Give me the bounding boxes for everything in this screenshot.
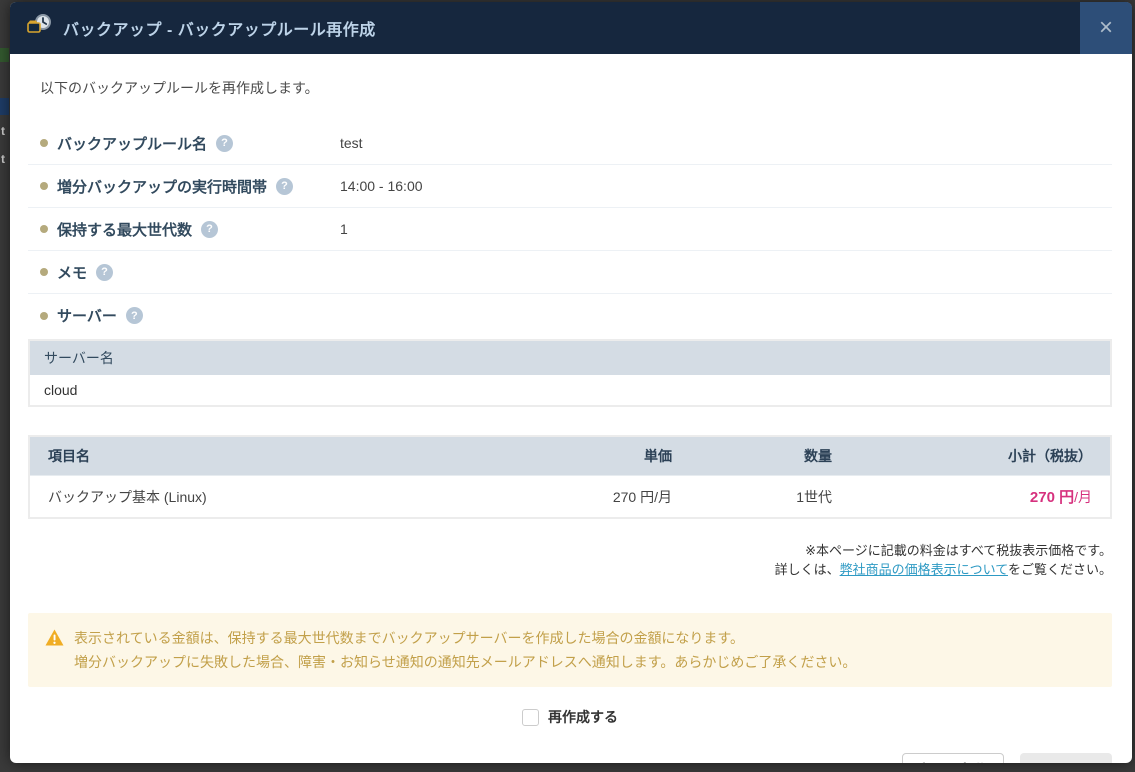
field-row-backup-window: 増分バックアップの実行時間帯 ? 14:00 - 16:00: [28, 165, 1112, 208]
subtotal-unit: /月: [1074, 489, 1092, 505]
background-page-partial-text: t: [1, 152, 5, 166]
recreate-checkbox-label[interactable]: 再作成する: [548, 707, 618, 727]
price-header-item: 項目名: [30, 437, 500, 476]
warning-icon: [45, 629, 64, 653]
field-label: 保持する最大世代数: [57, 219, 192, 240]
screen: t t バックアップ - バックアップルール再作成 × 以下のバックアップルール…: [0, 0, 1135, 772]
dialog-body: 以下のバックアップルールを再作成します。 バックアップルール名 ? test 増…: [10, 54, 1132, 763]
price-cell-quantity: 1世代: [690, 476, 850, 518]
price-header-subtotal: 小計（税抜）: [850, 437, 1110, 476]
field-row-rule-name: バックアップルール名 ? test: [28, 122, 1112, 165]
price-cell-item: バックアップ基本 (Linux): [30, 476, 500, 518]
recreate-checkbox-row: 再作成する: [28, 707, 1112, 727]
bullet-icon: [40, 139, 48, 147]
backup-rule-recreate-dialog: バックアップ - バックアップルール再作成 × 以下のバックアップルールを再作成…: [10, 2, 1132, 763]
background-page-fragment: [0, 98, 9, 115]
warning-line1: 表示されている金額は、保持する最大世代数までバックアップサーバーを作成した場合の…: [74, 626, 1096, 650]
warning-line2: 増分バックアップに失敗した場合、障害・お知らせ通知の通知先メールアドレスへ通知し…: [74, 650, 1096, 674]
price-header-unit-price: 単価: [500, 437, 690, 476]
help-icon[interactable]: ?: [276, 178, 293, 195]
recreate-checkbox[interactable]: [522, 709, 539, 726]
help-icon[interactable]: ?: [96, 264, 113, 281]
server-name-cell: cloud: [30, 375, 1110, 405]
dialog-header: バックアップ - バックアップルール再作成 ×: [10, 2, 1132, 54]
dialog-footer: キャンセル OK: [28, 753, 1112, 763]
price-table: 項目名 単価 数量 小計（税抜） バックアップ基本 (Linux) 270 円/…: [28, 435, 1112, 519]
help-icon[interactable]: ?: [201, 221, 218, 238]
table-row: cloud: [30, 375, 1110, 405]
bullet-icon: [40, 312, 48, 320]
close-button[interactable]: ×: [1080, 2, 1132, 54]
background-page-fragment: [0, 48, 9, 62]
subtotal-amount: 270 円: [1030, 489, 1074, 506]
tax-note-line2: 詳しくは、弊社商品の価格表示についてをご覧ください。: [28, 560, 1112, 579]
background-page-partial-text: t: [1, 124, 5, 138]
field-value-rule-name: test: [340, 135, 363, 151]
server-table-header: サーバー名: [30, 341, 1110, 375]
field-row-server: サーバー ?: [28, 294, 1112, 337]
field-label: バックアップルール名: [57, 133, 207, 154]
field-label: 増分バックアップの実行時間帯: [57, 176, 267, 197]
bullet-icon: [40, 268, 48, 276]
intro-text: 以下のバックアップルールを再作成します。: [40, 78, 1112, 98]
field-row-max-generations: 保持する最大世代数 ? 1: [28, 208, 1112, 251]
tax-note: ※本ページに記載の料金はすべて税抜表示価格です。 詳しくは、弊社商品の価格表示に…: [28, 541, 1112, 579]
field-value-max-generations: 1: [340, 221, 348, 237]
cancel-button[interactable]: キャンセル: [902, 753, 1004, 763]
price-display-link[interactable]: 弊社商品の価格表示について: [840, 562, 1008, 577]
help-icon[interactable]: ?: [216, 135, 233, 152]
price-header-quantity: 数量: [690, 437, 850, 476]
table-row: バックアップ基本 (Linux) 270 円/月 1世代 270 円/月: [30, 476, 1110, 518]
price-cell-unit-price: 270 円/月: [500, 476, 690, 518]
dialog-title: バックアップ - バックアップルール再作成: [63, 16, 376, 40]
field-row-memo: メモ ?: [28, 251, 1112, 294]
ok-button[interactable]: OK: [1020, 753, 1112, 763]
field-label: メモ: [57, 262, 87, 283]
field-label: サーバー: [57, 305, 117, 326]
bullet-icon: [40, 182, 48, 190]
server-table: サーバー名 cloud: [28, 339, 1112, 407]
bullet-icon: [40, 225, 48, 233]
backup-clock-icon: [26, 13, 53, 43]
field-value-backup-window: 14:00 - 16:00: [340, 178, 423, 194]
warning-box: 表示されている金額は、保持する最大世代数までバックアップサーバーを作成した場合の…: [28, 613, 1112, 687]
tax-note-line1: ※本ページに記載の料金はすべて税抜表示価格です。: [28, 541, 1112, 560]
price-cell-subtotal: 270 円/月: [850, 476, 1110, 518]
help-icon[interactable]: ?: [126, 307, 143, 324]
